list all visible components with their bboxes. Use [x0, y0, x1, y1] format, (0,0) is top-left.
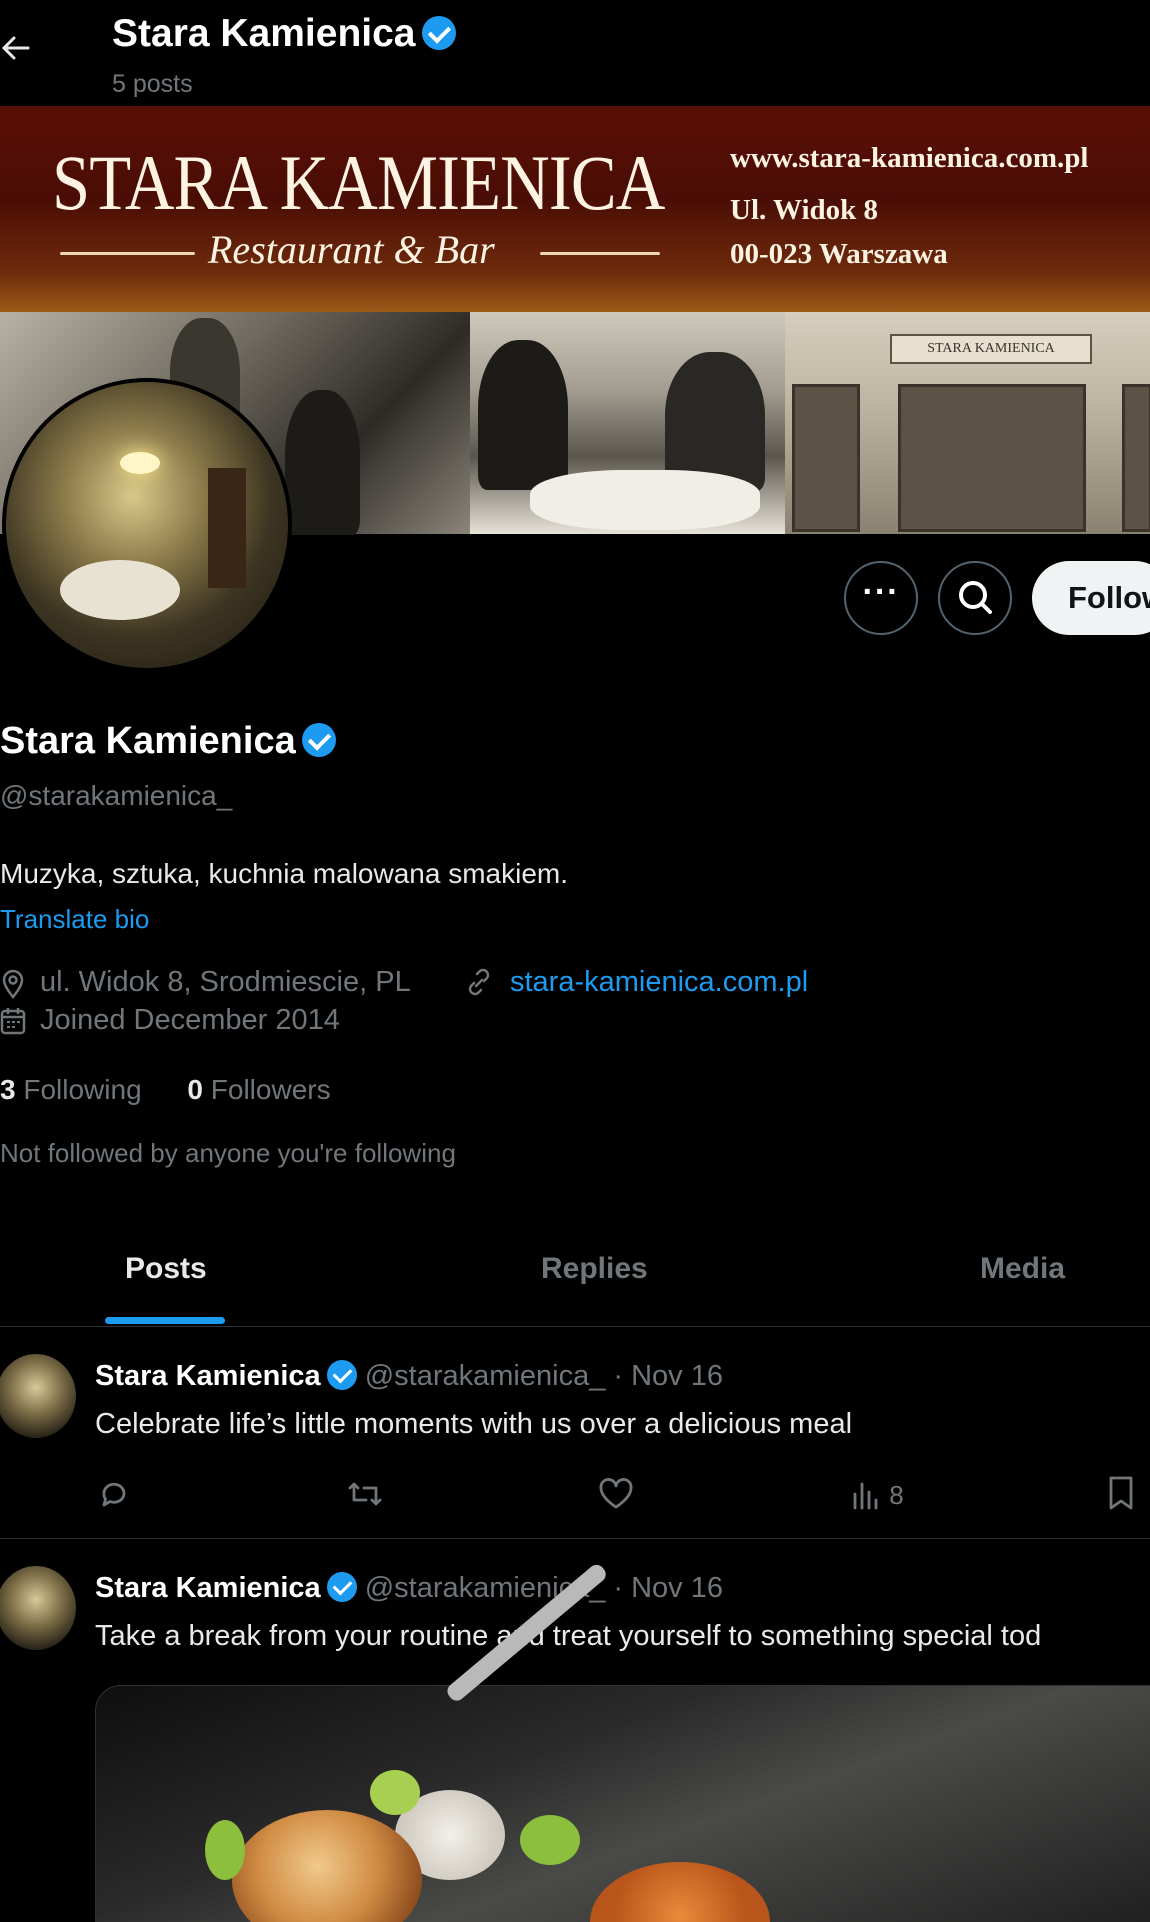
storefront-window [792, 384, 860, 532]
header-title-text: Stara Kamienica [112, 12, 416, 55]
follow-button[interactable]: Follow [1032, 561, 1150, 635]
profile-avatar[interactable] [2, 378, 292, 672]
post-text: Celebrate life’s little moments with us … [95, 1408, 853, 1440]
banner-street: Ul. Widok 8 [730, 194, 879, 226]
views-icon [853, 1482, 878, 1510]
storefront-sign: STARA KAMIENICA [890, 334, 1092, 364]
views-button[interactable]: 8 [850, 1480, 904, 1511]
more-icon: ··· [862, 573, 900, 611]
media-garnish [520, 1815, 580, 1865]
translate-bio-link[interactable]: Translate bio [0, 904, 149, 935]
banner-table [530, 470, 760, 530]
media-garnish [370, 1770, 420, 1815]
bookmark-icon[interactable] [1104, 1474, 1138, 1512]
avatar-chandelier [120, 452, 160, 474]
post-text: Take a break from your routine and treat… [95, 1620, 1042, 1652]
verified-badge-icon [326, 1572, 357, 1602]
banner-figure [478, 340, 568, 490]
avatar-table [60, 560, 180, 620]
location-icon [2, 969, 24, 1000]
tabs-divider [0, 1326, 1150, 1327]
views-count: 8 [889, 1480, 904, 1510]
post-count: 5 posts [112, 70, 193, 98]
not-followed-note: Not followed by anyone you're following [0, 1138, 456, 1168]
profile-joined: Joined December 2014 [40, 1004, 340, 1036]
back-button[interactable] [0, 28, 36, 68]
post-handle-date: @starakamienica_ · Nov 16 [364, 1360, 723, 1392]
tab-posts[interactable]: Posts [125, 1252, 207, 1286]
profile-website-link[interactable]: stara-kamienica.com.pl [510, 966, 808, 999]
verified-badge-icon [421, 16, 456, 50]
banner-city: 00-023 Warszawa [730, 238, 948, 270]
post-author[interactable]: Stara Kamienica [95, 1572, 321, 1604]
avatar-door [208, 468, 246, 588]
tab-media[interactable]: Media [980, 1252, 1065, 1286]
profile-bio: Muzyka, sztuka, kuchnia malowana smakiem… [0, 858, 568, 889]
post-handle-date: @starakamienica_ · Nov 16 [364, 1572, 723, 1604]
verified-badge-icon [326, 1360, 357, 1390]
banner-figure [285, 390, 360, 535]
banner-subtitle: Restaurant & Bar [208, 227, 495, 272]
post-header: Stara Kamienica @starakamienica_ · Nov 1… [95, 1360, 723, 1393]
like-icon[interactable] [596, 1476, 636, 1512]
tab-replies[interactable]: Replies [541, 1252, 648, 1286]
post-header: Stara Kamienica @starakamienica_ · Nov 1… [95, 1572, 723, 1605]
media-garnish [205, 1820, 245, 1880]
verified-badge-icon [301, 723, 336, 757]
reply-icon[interactable] [96, 1476, 132, 1512]
header-title: Stara Kamienica [112, 12, 456, 56]
follow-counts: 3 Following 0 Followers [0, 1074, 331, 1106]
more-options-button[interactable]: ··· [844, 561, 918, 635]
calendar-icon [0, 1008, 26, 1035]
following-count: 3 [0, 1074, 16, 1105]
arrow-left-icon [1, 36, 30, 60]
followers-link[interactable]: 0 Followers [187, 1074, 330, 1105]
post-divider [0, 1538, 1150, 1539]
following-link[interactable]: 3 Following [0, 1074, 142, 1105]
banner-swirl-right [540, 252, 660, 255]
profile-name: Stara Kamienica [0, 720, 336, 763]
followers-label: Followers [210, 1074, 331, 1105]
profile-handle: @starakamienica_ [0, 780, 233, 811]
banner-swirl-left [60, 252, 195, 255]
post-avatar[interactable] [0, 1566, 76, 1650]
post-author[interactable]: Stara Kamienica [95, 1360, 321, 1392]
followers-count: 0 [187, 1074, 203, 1105]
search-profile-button[interactable] [938, 561, 1012, 635]
banner-url: www.stara-kamienica.com.pl [730, 142, 1089, 174]
storefront-window [1122, 384, 1150, 532]
post-avatar[interactable] [0, 1354, 76, 1438]
search-icon [959, 581, 992, 614]
following-label: Following [23, 1074, 142, 1105]
profile-name-text: Stara Kamienica [0, 720, 296, 762]
repost-icon[interactable] [345, 1476, 385, 1512]
banner-title: STARA KAMIENICA [52, 139, 665, 226]
storefront-door [898, 384, 1086, 532]
link-icon [468, 968, 490, 996]
active-tab-indicator [105, 1317, 225, 1324]
profile-location: ul. Widok 8, Srodmiescie, PL [40, 966, 411, 998]
